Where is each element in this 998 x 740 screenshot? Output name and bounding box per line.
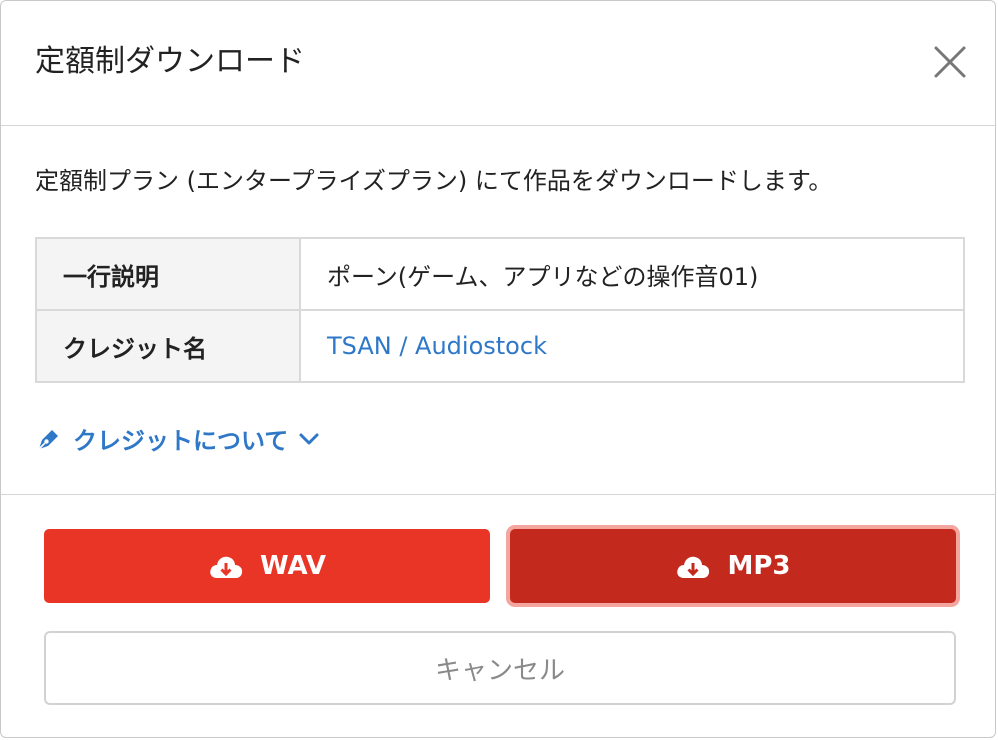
close-button[interactable] <box>933 45 967 79</box>
download-wav-button[interactable]: WAV <box>44 529 490 603</box>
mp3-label: MP3 <box>727 551 791 581</box>
dialog-header: 定額制ダウンロード <box>1 1 995 126</box>
dialog-description: 定額制プラン (エンタープライズプラン) にて作品をダウンロードします。 <box>35 167 833 195</box>
credit-about-label: クレジットについて <box>73 427 289 455</box>
wav-label: WAV <box>260 551 326 581</box>
table-row: クレジット名 TSAN / Audiostock <box>35 309 965 383</box>
download-mp3-button[interactable]: MP3 <box>510 529 956 603</box>
cloud-download-icon <box>677 556 710 578</box>
cloud-download-icon <box>210 556 243 578</box>
row-value-description: ポーン(ゲーム、アプリなどの操作音01) <box>299 237 965 311</box>
chevron-down-icon <box>299 433 319 444</box>
credit-name-link[interactable]: TSAN / Audiostock <box>327 332 547 360</box>
footer-divider <box>1 494 995 495</box>
table-row: 一行説明 ポーン(ゲーム、アプリなどの操作音01) <box>35 237 965 311</box>
cancel-button[interactable]: キャンセル <box>44 631 956 705</box>
download-dialog: 定額制ダウンロード 定額制プラン (エンタープライズプラン) にて作品をダウンロ… <box>0 0 996 738</box>
row-value-credit: TSAN / Audiostock <box>299 309 965 383</box>
close-icon <box>934 46 966 78</box>
credit-about-toggle[interactable]: クレジットについて <box>35 421 320 456</box>
row-label-credit: クレジット名 <box>35 309 301 383</box>
dialog-title: 定額制ダウンロード <box>35 44 305 79</box>
info-table: 一行説明 ポーン(ゲーム、アプリなどの操作音01) クレジット名 TSAN / … <box>35 237 965 383</box>
pen-icon <box>38 429 58 450</box>
row-label-description: 一行説明 <box>35 237 301 311</box>
